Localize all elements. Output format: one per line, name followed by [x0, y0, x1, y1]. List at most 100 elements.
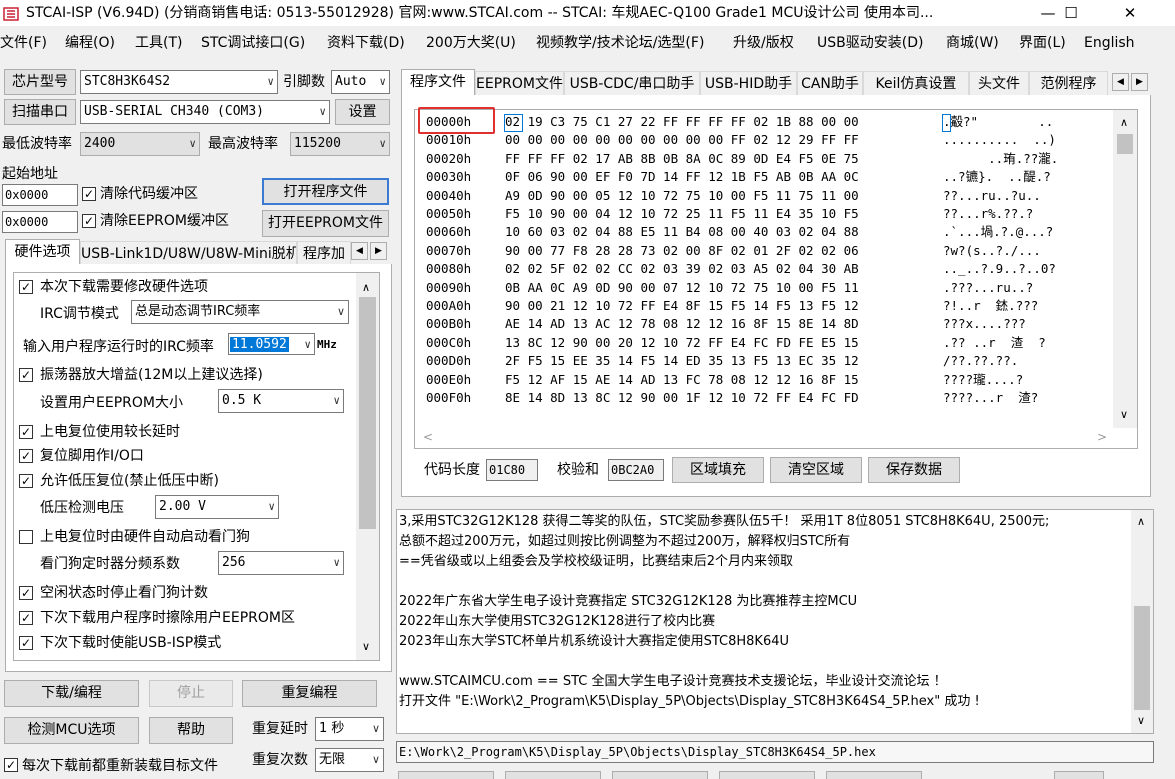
log-scrollbar[interactable]: ∧ ∨ — [1131, 510, 1153, 733]
bottom-button-edge[interactable] — [505, 771, 601, 779]
lv-detect-select[interactable]: 2.00 V ∨ — [155, 495, 279, 519]
maximize-button[interactable]: ☐ — [1048, 0, 1094, 26]
menu-file[interactable]: 文件(F) — [0, 28, 47, 58]
tab-usb-cdc[interactable]: USB-CDC/串口助手 — [564, 71, 700, 96]
save-data-button[interactable]: 保存数据 — [868, 457, 960, 483]
reset-pin-io-checkbox[interactable]: ✓ — [19, 449, 33, 463]
bottom-button-edge[interactable] — [719, 771, 815, 779]
max-baud-select[interactable]: 115200 ∨ — [290, 132, 390, 156]
scroll-up-icon[interactable]: ∧ — [1137, 515, 1145, 528]
tab-eeprom-file[interactable]: EEPROM文件 — [475, 71, 564, 96]
scroll-down-icon[interactable]: ∨ — [1137, 714, 1145, 727]
power-on-delay-checkbox[interactable]: ✓ — [19, 425, 33, 439]
bottom-button-edge[interactable] — [398, 771, 494, 779]
help-button[interactable]: 帮助 — [149, 717, 233, 744]
menu-debug[interactable]: STC调试接口(G) — [201, 28, 305, 58]
scroll-up-icon[interactable]: ∧ — [362, 281, 370, 294]
menu-prize[interactable]: 200万大奖(U) — [426, 28, 516, 58]
hex-vscrollbar[interactable]: ∧ ∨ — [1113, 110, 1137, 428]
wdt-div-select[interactable]: 256 ∨ — [218, 551, 344, 575]
scroll-right-icon[interactable]: > — [1097, 430, 1107, 444]
menu-tools[interactable]: 工具(T) — [135, 28, 182, 58]
irc-mode-select[interactable]: 总是动态调节IRC频率 ∨ — [131, 300, 349, 324]
hex-row-bytes[interactable]: 0F 06 90 00 EF F0 7D 14 FF 12 1B F5 AB 0… — [505, 168, 859, 186]
hex-row-bytes[interactable]: 10 60 03 02 04 88 E5 11 B4 08 00 40 03 0… — [505, 223, 859, 241]
fill-region-button[interactable]: 区域填充 — [672, 457, 764, 483]
repeat-count-select[interactable]: 无限 ∨ — [315, 748, 384, 772]
menu-video[interactable]: 视频教学/技术论坛/选型(F) — [536, 28, 704, 58]
scroll-thumb[interactable] — [1117, 134, 1133, 154]
settings-button[interactable]: 设置 — [335, 99, 390, 125]
scan-port-button[interactable]: 扫描串口 — [4, 99, 76, 125]
log-output[interactable]: 3,采用STC32G12K128 获得二等奖的队伍，STC奖励参赛队伍5千！ 采… — [396, 509, 1154, 734]
repeat-delay-select[interactable]: 1 秒 ∨ — [315, 717, 384, 741]
eeprom-address-input[interactable]: 0x0000 — [2, 211, 78, 233]
tab-can[interactable]: CAN助手 — [797, 71, 863, 96]
hex-row-bytes[interactable]: F5 12 AF 15 AE 14 AD 13 FC 78 08 12 12 1… — [505, 371, 859, 389]
scroll-down-icon[interactable]: ∨ — [362, 640, 370, 653]
menu-download[interactable]: 资料下载(D) — [327, 28, 405, 58]
hex-bytes-column[interactable]: 02 19 C3 75 C1 27 22 FF FF FF FF 02 1B 8… — [505, 113, 859, 408]
clear-code-checkbox[interactable]: ✓ — [82, 187, 96, 201]
hex-row-bytes[interactable]: 90 00 21 12 10 72 FF E4 8F 15 F5 14 F5 1… — [505, 297, 859, 315]
tab-program-encrypt[interactable]: 程序加 — [297, 241, 351, 266]
hex-row-bytes[interactable]: 02 02 5F 02 02 CC 02 03 39 02 03 A5 02 0… — [505, 260, 859, 278]
bottom-button-edge[interactable] — [612, 771, 708, 779]
reprogram-button[interactable]: 重复编程 — [242, 680, 377, 707]
eeprom-size-select[interactable]: 0.5 K ∨ — [218, 389, 344, 413]
tab-examples[interactable]: 范例程序 — [1029, 71, 1108, 96]
scroll-thumb[interactable] — [359, 297, 376, 529]
idle-stop-wdt-checkbox[interactable]: ✓ — [19, 586, 33, 600]
pin-count-select[interactable]: Auto ∨ — [331, 70, 390, 94]
bottom-button-edge[interactable] — [1054, 771, 1104, 779]
tab-scroll-left-icon[interactable]: ◀ — [351, 242, 368, 260]
bottom-button-edge[interactable] — [826, 771, 922, 779]
menu-interface[interactable]: 界面(L) — [1019, 28, 1066, 58]
clear-eeprom-checkbox[interactable]: ✓ — [82, 214, 96, 228]
check-mcu-button[interactable]: 检测MCU选项 — [4, 717, 139, 744]
menu-program[interactable]: 编程(O) — [65, 28, 115, 58]
stop-button[interactable]: 停止 — [149, 680, 233, 707]
scroll-left-icon[interactable]: < — [423, 430, 433, 444]
scroll-up-icon[interactable]: ∧ — [1120, 116, 1128, 129]
scroll-down-icon[interactable]: ∨ — [1120, 408, 1128, 421]
code-address-input[interactable]: 0x0000 — [2, 184, 78, 206]
open-eeprom-button[interactable]: 打开EEPROM文件 — [262, 210, 389, 237]
hex-row-bytes[interactable]: 8E 14 8D 13 8C 12 90 00 1F 12 10 72 FF E… — [505, 389, 859, 407]
options-scrollbar[interactable]: ∧ ∨ — [356, 273, 379, 660]
scroll-thumb[interactable] — [1134, 606, 1150, 710]
download-button[interactable]: 下载/编程 — [4, 680, 139, 707]
tab-scroll-left-icon[interactable]: ◀ — [1112, 73, 1129, 91]
modify-hw-checkbox[interactable]: ✓ — [19, 280, 33, 294]
hex-row-bytes[interactable]: F5 10 90 00 04 12 10 72 25 11 F5 11 E4 3… — [505, 205, 859, 223]
reload-file-checkbox[interactable]: ✓ — [4, 758, 18, 772]
tab-scroll-right-icon[interactable]: ▶ — [1131, 73, 1148, 91]
hex-hscrollbar[interactable]: < > — [415, 428, 1113, 448]
hex-row-bytes[interactable]: 0B AA 0C A9 0D 90 00 07 12 10 72 75 10 0… — [505, 279, 859, 297]
menu-upgrade[interactable]: 升级/版权 — [733, 28, 794, 58]
tab-program-file[interactable]: 程序文件 — [401, 69, 475, 95]
irc-freq-select[interactable]: 11.0592 ∨ — [228, 333, 315, 355]
hex-row-bytes[interactable]: 00 00 00 00 00 00 00 00 00 00 FF 02 12 2… — [505, 131, 859, 149]
tab-hardware-options[interactable]: 硬件选项 — [5, 239, 80, 265]
chip-model-select[interactable]: STC8H3K64S2 ∨ — [80, 70, 278, 94]
osc-gain-checkbox[interactable]: ✓ — [19, 368, 33, 382]
port-select[interactable]: USB-SERIAL CH340 (COM3) ∨ — [80, 100, 330, 124]
hex-row-bytes[interactable]: FF FF FF 02 17 AB 8B 0B 8A 0C 89 0D E4 F… — [505, 150, 859, 168]
close-button[interactable]: ✕ — [1107, 0, 1153, 26]
menu-english[interactable]: English — [1084, 28, 1135, 58]
tab-usb-link[interactable]: USB-Link1D/U8W/U8W-Mini脱机 — [80, 241, 297, 266]
tab-keil-debug[interactable]: Keil仿真设置 — [863, 71, 969, 96]
hex-row-bytes[interactable]: 90 00 77 F8 28 28 73 02 00 8F 02 01 2F 0… — [505, 242, 859, 260]
tab-header-file[interactable]: 头文件 — [969, 71, 1029, 96]
menu-mall[interactable]: 商城(W) — [946, 28, 999, 58]
clear-region-button[interactable]: 清空区域 — [770, 457, 862, 483]
tab-scroll-right-icon[interactable]: ▶ — [370, 242, 387, 260]
hex-row-bytes[interactable]: 02 19 C3 75 C1 27 22 FF FF FF FF 02 1B 8… — [505, 113, 859, 131]
chip-model-button[interactable]: 芯片型号 — [4, 69, 76, 95]
min-baud-select[interactable]: 2400 ∨ — [80, 132, 200, 156]
hex-row-bytes[interactable]: AE 14 AD 13 AC 12 78 08 12 12 16 8F 15 8… — [505, 315, 859, 333]
menu-usb-driver[interactable]: USB驱动安装(D) — [817, 28, 923, 58]
hex-row-bytes[interactable]: 2F F5 15 EE 35 14 F5 14 ED 35 13 F5 13 E… — [505, 352, 859, 370]
wdt-auto-checkbox[interactable] — [19, 530, 33, 544]
